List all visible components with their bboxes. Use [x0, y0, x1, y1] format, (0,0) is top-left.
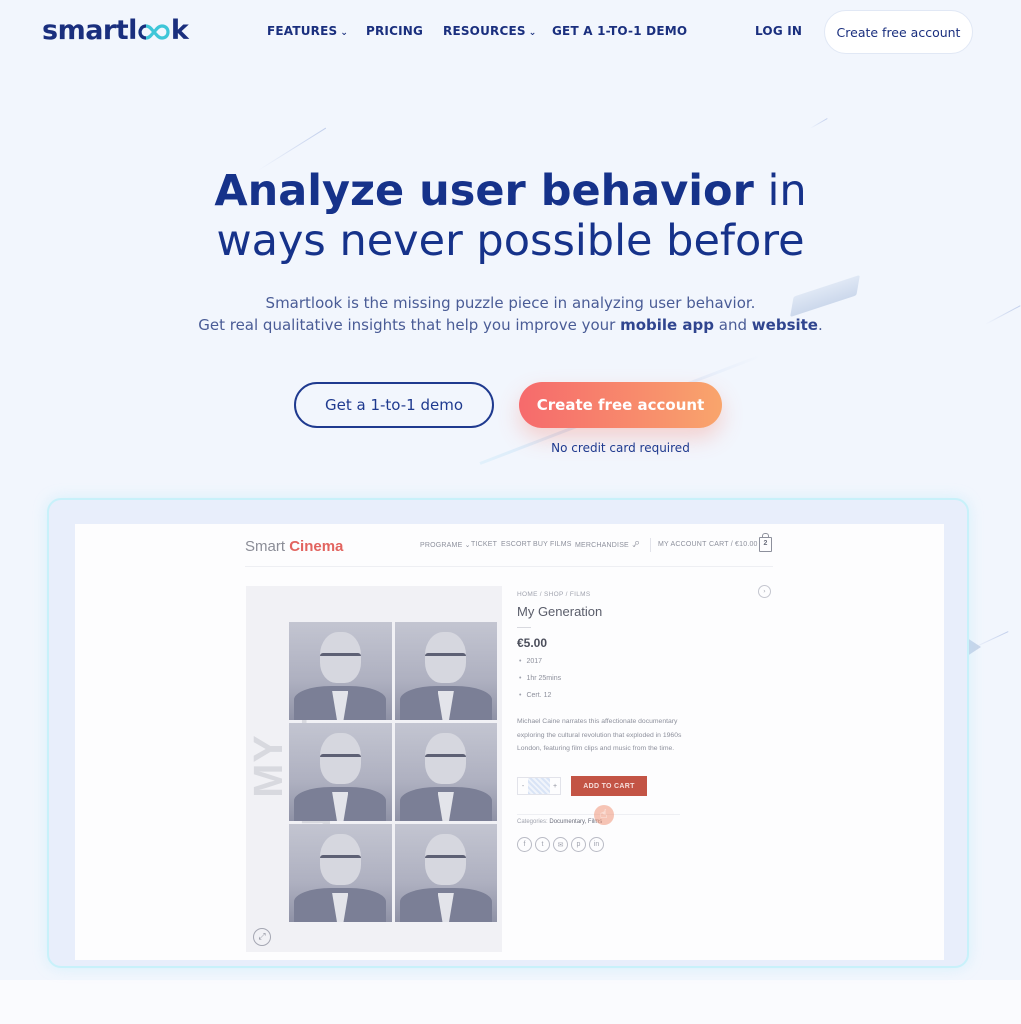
nav-demo-label: GET A 1-TO-1 DEMO [552, 24, 688, 38]
nav-login[interactable]: LOG IN [755, 24, 802, 38]
nav-pricing-label: PRICING [366, 24, 424, 38]
qty-plus-button[interactable]: + [550, 783, 560, 790]
hero-sub-and: and [714, 316, 752, 334]
poster-photo-grid [289, 622, 497, 922]
no-credit-card-note: No credit card required [551, 441, 690, 455]
sc-nav-escort[interactable]: ESCORT [501, 541, 531, 548]
hero-title-bold: Analyze user behavior [214, 166, 754, 216]
title-divider [517, 627, 531, 628]
qty-input[interactable] [528, 778, 550, 794]
logo-text-start: smartl [42, 15, 137, 46]
nav-resources[interactable]: RESOURCES ⌄ [443, 24, 536, 38]
poster-photo [289, 622, 392, 720]
nav-demo[interactable]: GET A 1-TO-1 DEMO [552, 24, 687, 38]
smart-cinema-logo[interactable]: Smart Cinema [245, 538, 343, 555]
nav-create-account-button[interactable]: Create free account [824, 10, 973, 54]
sc-nav-my-account[interactable]: MY ACCOUNT [658, 541, 707, 548]
nav-resources-label: RESOURCES [443, 24, 526, 38]
get-demo-button[interactable]: Get a 1-to-1 demo [294, 382, 494, 428]
pinterest-icon[interactable]: p [571, 837, 586, 852]
hero-title-part: in [753, 166, 807, 216]
meta-certificate: Cert. 12 [519, 692, 561, 709]
next-product-icon[interactable]: › [758, 585, 771, 598]
product-price: €5.00 [517, 636, 548, 650]
hero-subtitle: Smartlook is the missing puzzle piece in… [0, 292, 1021, 336]
poster-photo [289, 824, 392, 922]
login-label: LOG IN [755, 24, 803, 38]
sc-nav-divider [650, 538, 651, 552]
linkedin-icon[interactable]: in [589, 837, 604, 852]
sc-nav-buy-films[interactable]: BUY FILMS [533, 541, 572, 548]
add-to-cart-label: ADD TO CART [583, 782, 635, 790]
hero-sub-line1: Smartlook is the missing puzzle piece in… [265, 294, 756, 312]
email-icon[interactable]: ✉ [553, 837, 568, 852]
smartlook-logo[interactable]: smartl k [42, 15, 189, 46]
expand-glyph: ⤢ [258, 932, 266, 942]
expand-icon[interactable]: ⤢ [253, 928, 271, 946]
meta-year: 2017 [519, 658, 561, 675]
social-share: f t ✉ p in [517, 837, 604, 852]
hero-title-line2: ways never possible before [216, 216, 805, 266]
search-icon[interactable]: ⌕ [634, 537, 640, 550]
top-nav: smartl k FEATURES ⌄ PRICING RESOURCES ⌄ GE… [0, 0, 1021, 64]
next-glyph: › [763, 588, 766, 595]
nav-pricing[interactable]: PRICING [366, 24, 423, 38]
product-poster: MY GENERATION ⤢ [245, 586, 502, 952]
qty-minus-button[interactable]: - [518, 783, 528, 790]
product-categories: Categories: Documentary, Films [517, 819, 602, 825]
categories-label: Categories: [517, 819, 550, 825]
product-description: Michael Caine narrates this affectionate… [517, 718, 682, 752]
poster-title: MY GENERATION [245, 626, 339, 906]
nav-features-label: FEATURES [267, 24, 338, 38]
chevron-down-icon: ⌄ [340, 28, 349, 38]
twitter-icon[interactable]: t [535, 837, 550, 852]
poster-photo [394, 622, 497, 720]
sc-nav-merchandise[interactable]: MERCHANDISE ⌄ [575, 541, 637, 549]
sc-logo-accent: Cinema [289, 538, 344, 555]
get-demo-label: Get a 1-to-1 demo [324, 396, 464, 414]
decorative-streak [257, 127, 327, 171]
logo-text-end: k [170, 15, 189, 46]
sc-nav-ticket[interactable]: TICKET [471, 541, 497, 548]
poster-photo [289, 723, 392, 821]
create-free-account-button[interactable]: Create free account [519, 382, 722, 428]
poster-photo [394, 723, 497, 821]
add-to-cart-button[interactable]: ADD TO CART [571, 776, 647, 796]
hero-sub-period: . [817, 316, 823, 334]
hand-cursor-icon: ☝ [600, 807, 608, 821]
page-footer-fade [0, 980, 1021, 1024]
quantity-stepper[interactable]: - + [517, 777, 561, 795]
create-account-label: Create free account [536, 396, 705, 414]
logo-infinity-icon [138, 22, 170, 40]
hero-sub-website: website [751, 316, 818, 334]
hero-sub-mobile-app: mobile app [620, 316, 715, 334]
cart-count: 2 [763, 540, 768, 547]
meta-duration: 1hr 25mins [519, 675, 561, 692]
nav-features[interactable]: FEATURES ⌄ [267, 24, 348, 38]
nav-cta-label: Create free account [836, 24, 961, 40]
product-title: My Generation [517, 604, 603, 619]
decorative-streak [809, 118, 828, 129]
product-breadcrumb[interactable]: HOME / SHOP / FILMS [517, 591, 590, 598]
poster-photo [394, 824, 497, 922]
cart-icon[interactable]: 2 [759, 533, 772, 552]
sc-nav-cart[interactable]: CART / €10.00 [709, 541, 758, 548]
sc-header-divider [245, 566, 773, 567]
chevron-down-icon: ⌄ [528, 28, 537, 38]
facebook-icon[interactable]: f [517, 837, 532, 852]
hero-title: Analyze user behavior in ways never poss… [0, 166, 1021, 266]
product-meta-list: 2017 1hr 25mins Cert. 12 [519, 658, 561, 709]
demo-video-screen[interactable]: Smart Cinema PROGRAME ⌄ TICKET ESCORT BU… [75, 524, 944, 960]
hero-sub-line2: Get real qualitative insights that help … [198, 316, 621, 334]
sc-logo-text: Smart [245, 538, 290, 555]
sc-nav-programe[interactable]: PROGRAME ⌄ [420, 541, 471, 549]
